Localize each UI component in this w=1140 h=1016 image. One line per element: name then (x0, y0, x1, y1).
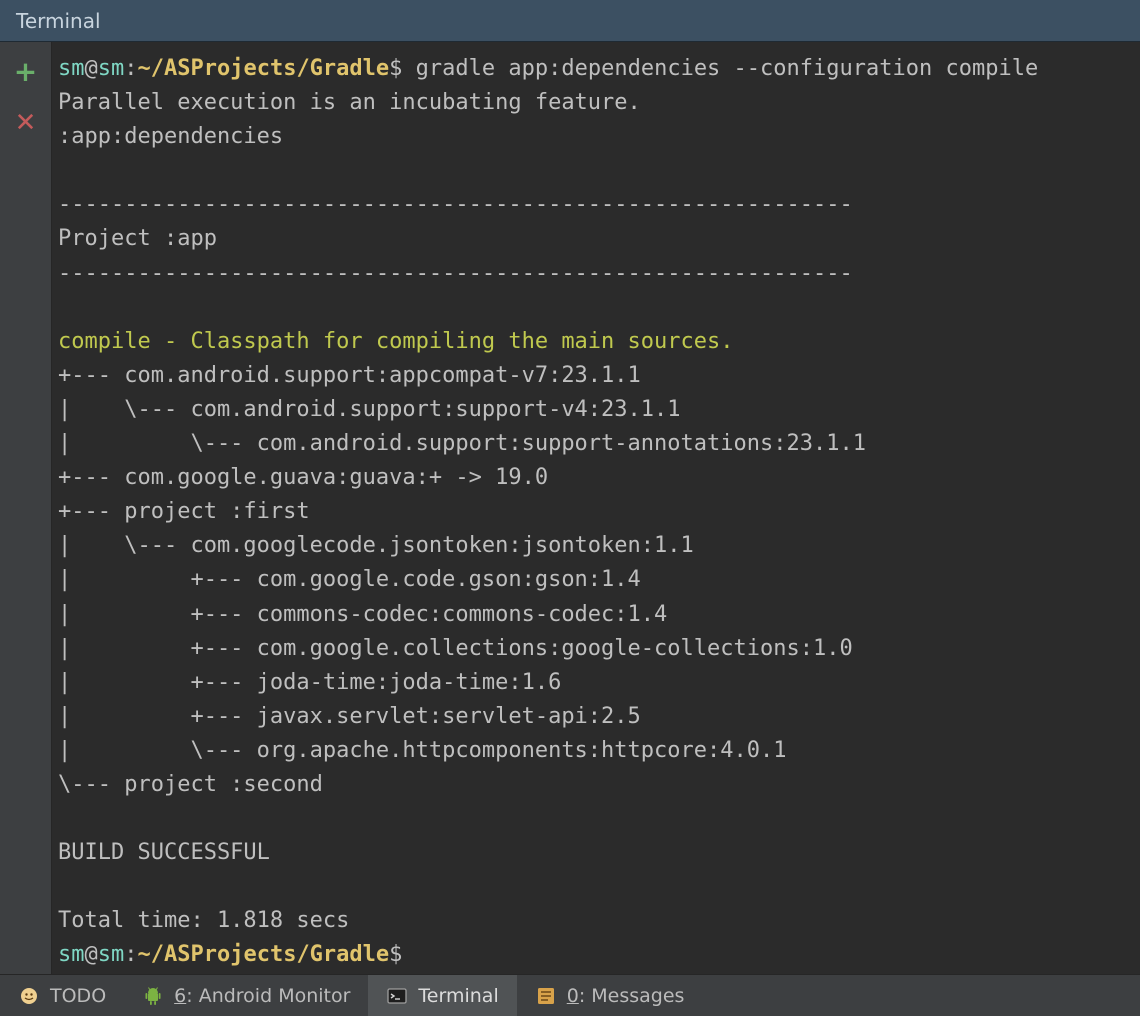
prompt-host: sm (98, 56, 125, 81)
terminal-line: Parallel execution is an incubating feat… (58, 90, 641, 115)
bottom-toolbar: TODO 6: Android Monitor (0, 974, 1140, 1016)
terminal-line: Total time: 1.818 secs (58, 908, 349, 933)
terminal-line: | +--- commons-codec:commons-codec:1.4 (58, 602, 667, 627)
prompt-path: ~/ASProjects/Gradle (138, 942, 390, 967)
main-area: + ✕ sm@sm:~/ASProjects/Gradle$ gradle ap… (0, 42, 1140, 974)
terminal-line: compile - Classpath for compiling the ma… (58, 329, 734, 354)
terminal-line: | \--- com.android.support:support-v4:23… (58, 397, 681, 422)
terminal-line: | \--- org.apache.httpcomponents:httpcor… (58, 738, 786, 763)
tab-messages[interactable]: 0: Messages (517, 975, 703, 1016)
terminal-line: | +--- com.google.code.gson:gson:1.4 (58, 567, 641, 592)
tab-label: TODO (50, 985, 106, 1007)
tab-label: 0: Messages (567, 985, 685, 1007)
new-session-icon[interactable]: + (14, 58, 37, 86)
terminal-line: +--- com.android.support:appcompat-v7:23… (58, 363, 641, 388)
panel-titlebar: Terminal (0, 0, 1140, 42)
tab-android-monitor[interactable]: 6: Android Monitor (124, 975, 368, 1016)
terminal-line: ----------------------------------------… (58, 192, 853, 217)
terminal-icon (386, 985, 408, 1007)
terminal-command: gradle app:dependencies --configuration … (402, 56, 1038, 81)
tab-label: 6: Android Monitor (174, 985, 350, 1007)
tab-terminal[interactable]: Terminal (368, 975, 516, 1016)
terminal-line: | +--- com.google.collections:google-col… (58, 636, 853, 661)
terminal-line: +--- com.google.guava:guava:+ -> 19.0 (58, 465, 548, 490)
terminal-line: :app:dependencies (58, 124, 283, 149)
terminal-line: | +--- joda-time:joda-time:1.6 (58, 670, 561, 695)
android-icon (142, 985, 164, 1007)
tab-todo[interactable]: TODO (0, 975, 124, 1016)
panel-title: Terminal (16, 9, 101, 33)
terminal-line: | +--- javax.servlet:servlet-api:2.5 (58, 704, 641, 729)
todo-icon (18, 985, 40, 1007)
messages-icon (535, 985, 557, 1007)
terminal-line: Project :app (58, 226, 217, 251)
prompt-dollar: $ (389, 56, 402, 81)
terminal-line: BUILD SUCCESSFUL (58, 840, 270, 865)
prompt-at: @ (85, 942, 98, 967)
close-session-icon[interactable]: ✕ (15, 110, 37, 136)
terminal-line: +--- project :first (58, 499, 310, 524)
terminal-line: | \--- com.googlecode.jsontoken:jsontoke… (58, 533, 694, 558)
prompt-sep: : (124, 942, 137, 967)
prompt-at: @ (85, 56, 98, 81)
terminal-line: | \--- com.android.support:support-annot… (58, 431, 866, 456)
prompt-dollar: $ (389, 942, 402, 967)
terminal-gutter: + ✕ (0, 42, 52, 974)
terminal-line: ----------------------------------------… (58, 261, 853, 286)
prompt-sep: : (124, 56, 137, 81)
prompt-host: sm (98, 942, 125, 967)
terminal-output[interactable]: sm@sm:~/ASProjects/Gradle$ gradle app:de… (52, 42, 1140, 974)
prompt-user: sm (58, 56, 85, 81)
prompt-user: sm (58, 942, 85, 967)
prompt-path: ~/ASProjects/Gradle (138, 56, 390, 81)
terminal-line: \--- project :second (58, 772, 323, 797)
tab-label: Terminal (418, 985, 498, 1007)
